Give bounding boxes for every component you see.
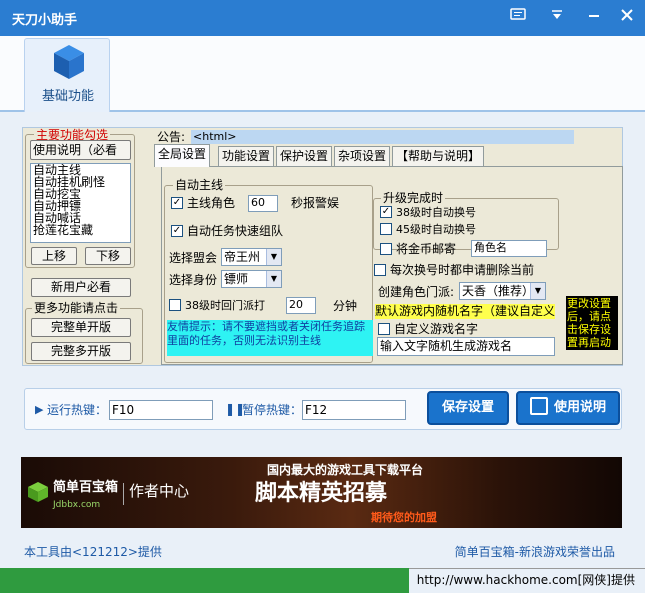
more-features-title: 更多功能请点击 [32, 301, 121, 315]
chevron-down-icon: ▼ [530, 283, 545, 299]
run-hotkey-input[interactable]: F10 [109, 400, 213, 420]
alliance-value: 帝王州 [224, 250, 261, 264]
identity-select[interactable]: 镖师 ▼ [221, 270, 282, 288]
banner-author: 作者中心 [129, 482, 190, 500]
identity-value: 镖师 [224, 272, 249, 286]
return-unit: 分钟 [333, 299, 358, 313]
side-note: 更改设置后，请点击保存设置再启动 [566, 296, 618, 350]
alarm-label: 秒报警娱 [291, 196, 340, 210]
message-icon[interactable] [508, 8, 528, 28]
new-user-button[interactable]: 新用户必看 [31, 278, 131, 297]
default-name-note: 默认游戏内随机名字（建议自定义 [375, 304, 555, 319]
ad-banner[interactable]: 简单百宝箱 Jdbbx.com 作者中心 国内最大的游戏工具下载平台 脚本精英招… [21, 457, 622, 528]
custom-name-input[interactable]: 输入文字随机生成游戏名 [377, 337, 555, 356]
title-bar: 天刀小助手 [0, 0, 645, 36]
delete-label: 每次换号时都申请删除当前 [390, 263, 535, 277]
app-window: 天刀小助手 基础功能 主要功能勾选 使用说明（必看 自动主线 自动挂机刷怪 自动… [0, 0, 645, 593]
move-up-button[interactable]: 上移 [31, 247, 77, 265]
return-label: 38级时回门派打 [185, 299, 265, 312]
box-logo-icon [28, 482, 48, 502]
identity-label: 选择身份 [169, 273, 218, 287]
full-multi-button[interactable]: 完整多开版 [31, 342, 131, 361]
team-checkbox[interactable]: ✓ 自动任务快速组队 [171, 224, 283, 238]
usage-button[interactable]: 使用说明 [516, 391, 620, 425]
pause-hotkey-label: 暂停热键： [242, 403, 303, 417]
notice-value: <html> [191, 130, 574, 144]
run-hotkey-label: 运行热键： [47, 403, 108, 417]
close-icon[interactable] [617, 8, 637, 28]
tab-misc[interactable]: 杂项设置 [334, 146, 391, 166]
status-bar: http://www.hackhome.com[网侠]提供 [0, 568, 645, 593]
feature-list[interactable]: 自动主线 自动挂机刷怪 自动挖宝 自动押镖 自动喊话 抢莲花宝藏 [30, 163, 131, 243]
delete-checkbox[interactable]: 每次换号时都申请删除当前 [374, 263, 534, 277]
sect-select[interactable]: 天香（推荐） ▼ [459, 282, 546, 300]
pause-hotkey-input[interactable]: F12 [302, 400, 406, 420]
tip-box: 友情提示：请不要遮挡或者关闭任务追踪里面的任务，否则无法识别主线 [167, 320, 373, 356]
move-down-button[interactable]: 下移 [85, 247, 131, 265]
full-single-button[interactable]: 完整单开版 [31, 318, 131, 337]
mail-label: 将金币邮寄 [396, 242, 457, 256]
footer-provider: 本工具由<121212>提供 [24, 545, 162, 559]
sect-value: 天香（推荐） [462, 284, 535, 298]
document-icon [529, 396, 548, 415]
alliance-select[interactable]: 帝王州 ▼ [221, 248, 282, 266]
basic-function-button[interactable]: 基础功能 [24, 38, 110, 112]
return-checkbox[interactable]: 38级时回门派打 [169, 299, 265, 313]
opt38-label: 38级时自动换号 [396, 206, 476, 219]
window-title: 天刀小助手 [12, 13, 78, 28]
feature-item-5[interactable]: 抢莲花宝藏 [31, 224, 130, 236]
footer-publisher: 简单百宝箱-新浪游戏荣誉出品 [454, 545, 615, 559]
notice-label: 公告: [157, 130, 186, 144]
settings-panel: 主要功能勾选 使用说明（必看 自动主线 自动挂机刷怪 自动挖宝 自动押镖 自动喊… [22, 127, 623, 366]
tab-function[interactable]: 功能设置 [218, 146, 275, 166]
status-text: http://www.hackhome.com[网侠]提供 [408, 568, 645, 593]
minimize-icon[interactable] [584, 8, 604, 28]
alliance-label: 选择盟会 [169, 251, 218, 265]
main-line-title: 自动主线 [173, 178, 226, 192]
chevron-down-icon: ▼ [266, 271, 281, 287]
banner-brand: 简单百宝箱 [53, 480, 119, 495]
sect-label: 创建角色门派: [378, 285, 455, 299]
save-settings-button[interactable]: 保存设置 [427, 391, 509, 425]
custom-name-label: 自定义游戏名字 [394, 322, 479, 336]
return-input[interactable]: 20 [286, 297, 316, 314]
role-label: 主线角色 [187, 196, 236, 210]
banner-brand-url: Jdbbx.com [53, 500, 101, 510]
banner-sub: 期待您的加盟 [371, 511, 437, 524]
role-input[interactable]: 60 [248, 195, 278, 212]
tab-global[interactable]: 全局设置 [154, 144, 211, 167]
banner-headline: 脚本精英招募 [255, 481, 388, 506]
opt38-checkbox[interactable]: ✓ 38级时自动换号 [380, 206, 476, 220]
basic-function-label: 基础功能 [41, 89, 94, 104]
opt45-label: 45级时自动换号 [396, 223, 476, 236]
play-icon: ▶ [35, 403, 44, 416]
menu-icon[interactable] [547, 8, 567, 28]
chevron-down-icon: ▼ [266, 249, 281, 265]
opt45-checkbox[interactable]: 45级时自动换号 [380, 223, 476, 237]
mail-checkbox[interactable]: 将金币邮寄 [380, 242, 456, 256]
usage-button-label: 使用说明 [553, 400, 606, 415]
tab-help[interactable]: 【帮助与说明】 [392, 146, 485, 166]
tab-protect[interactable]: 保护设置 [276, 146, 333, 166]
banner-headline-small: 国内最大的游戏工具下载平台 [267, 463, 424, 477]
role-checkbox[interactable]: ✓ 主线角色 [171, 196, 235, 210]
cube-icon [54, 45, 84, 79]
custom-name-checkbox[interactable]: 自定义游戏名字 [378, 322, 478, 336]
upgrade-title: 升级完成时 [381, 191, 446, 205]
team-label: 自动任务快速组队 [187, 224, 284, 238]
usage-guide-button[interactable]: 使用说明（必看 [30, 140, 131, 160]
mail-input[interactable]: 角色名 [471, 240, 547, 257]
